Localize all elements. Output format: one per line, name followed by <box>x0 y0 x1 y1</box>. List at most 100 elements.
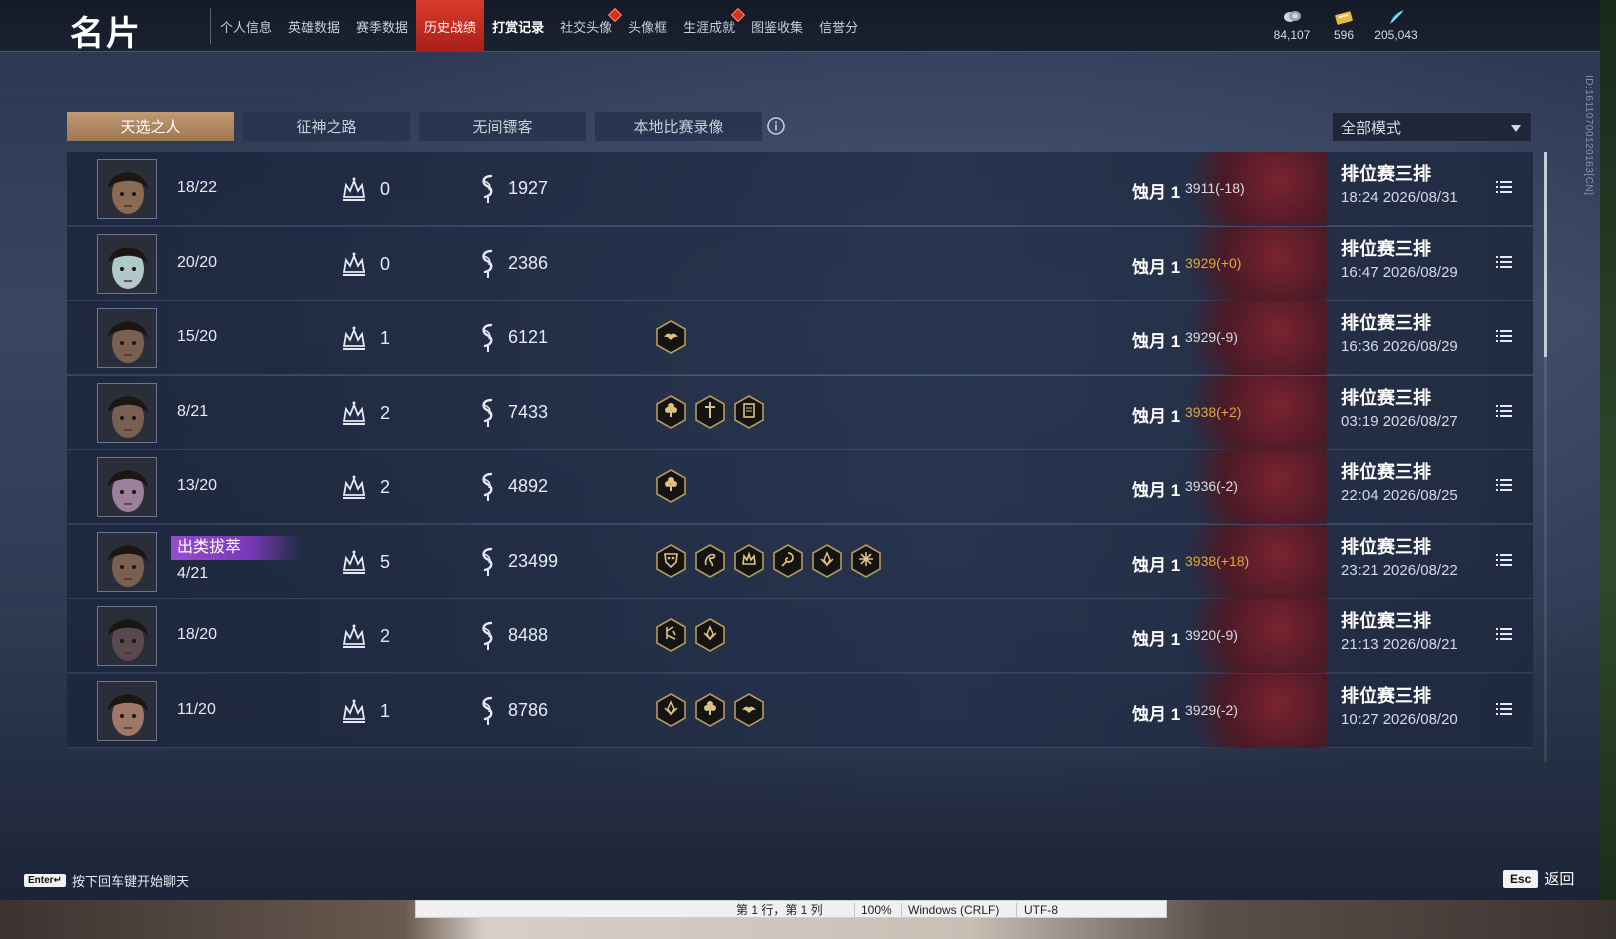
scrollbar[interactable] <box>1544 152 1547 762</box>
encoding: UTF-8 <box>1024 903 1058 917</box>
details-list-icon[interactable] <box>1495 253 1513 271</box>
match-mode: 排位赛三排 <box>1341 611 1431 631</box>
match-time: 23:21 2026/08/22 <box>1341 561 1458 579</box>
status-divider <box>1016 903 1017 917</box>
nav-tab[interactable]: 图鉴收集 <box>743 0 811 52</box>
match-row[interactable]: 11/20 1 8786 蚀月 1 3929(-2) 排位赛三排 10:27 2026/08… <box>67 673 1533 748</box>
nav-tab[interactable]: 个人信息 <box>212 0 280 52</box>
wings-badge-icon[interactable] <box>733 692 765 728</box>
nav-tab[interactable]: 信誉分 <box>811 0 866 52</box>
match-row[interactable]: 20/20 0 2386 蚀月 1 3929(+0) 排位赛三排 16:47 2026/08… <box>67 226 1533 301</box>
achievement-badges <box>655 394 765 430</box>
hero-avatar[interactable] <box>97 382 157 443</box>
hero-avatar[interactable] <box>97 457 157 517</box>
details-list-icon[interactable] <box>1495 327 1513 345</box>
match-row[interactable]: 13/20 2 4892 蚀月 1 3936(-2) 排位赛三排 22:04 2026/08… <box>67 450 1533 524</box>
mode-tab[interactable]: 本地比赛录像 <box>595 112 762 141</box>
match-row[interactable]: 18/22 0 1927 蚀月 1 3911(-18) 排位赛三排 18:24 2026/0… <box>67 152 1533 226</box>
rank-tier: 蚀月 1 <box>1132 183 1181 202</box>
damage-value: 8488 <box>508 625 549 645</box>
swirl-badge-icon[interactable] <box>772 543 804 579</box>
dragon-badge-icon[interactable] <box>694 543 726 579</box>
mode-tab[interactable]: 无间镖客 <box>419 112 586 141</box>
currency-item[interactable]: 205,043 <box>1361 8 1431 42</box>
mode-filter-select[interactable]: 全部模式 <box>1332 112 1532 142</box>
hero-avatar[interactable] <box>97 159 157 219</box>
mask-badge-icon[interactable] <box>655 543 687 579</box>
honor-tag: 出类拔萃 <box>171 535 301 560</box>
star-badge-icon[interactable] <box>850 543 882 579</box>
damage-icon <box>475 173 501 205</box>
hero-avatar[interactable] <box>97 233 157 294</box>
match-history-list[interactable]: 18/22 0 1927 蚀月 1 3911(-18) 排位赛三排 18:24 2026/0… <box>67 152 1533 762</box>
clover-badge-icon[interactable] <box>655 394 687 430</box>
clover-badge-icon[interactable] <box>694 692 726 728</box>
match-mode: 排位赛三排 <box>1341 462 1431 482</box>
nav-tab[interactable]: 赛季数据 <box>348 0 416 52</box>
lotus-badge-icon[interactable] <box>655 692 687 728</box>
kills-value: 2 <box>380 477 391 497</box>
nav-tab[interactable]: 历史战绩 <box>416 0 485 52</box>
nav-tab[interactable]: 社交头像 <box>552 0 623 52</box>
notepad-status-bar: 第 1 行，第 1 列 100% Windows (CRLF) UTF-8 <box>415 900 1167 918</box>
clover-badge-icon[interactable] <box>655 468 687 504</box>
nav-tab[interactable]: 头像框 <box>620 0 675 52</box>
kills-value: 1 <box>380 700 391 721</box>
rune-badge-icon[interactable] <box>655 617 687 653</box>
details-list-icon[interactable] <box>1495 700 1513 718</box>
details-list-icon[interactable] <box>1495 402 1513 420</box>
mode-tab[interactable]: 天选之人 <box>67 112 234 141</box>
match-time: 21:13 2026/08/21 <box>1341 636 1458 653</box>
rank-score: 3929(+0) <box>1185 254 1242 271</box>
match-row[interactable]: 15/20 1 6121 蚀月 1 3929(-9) 排位赛三排 16:36 2026/08… <box>67 301 1533 375</box>
rank-score: 3936(-2) <box>1185 478 1238 494</box>
match-mode: 排位赛三排 <box>1341 313 1431 333</box>
currency-value: 205,043 <box>1374 28 1418 42</box>
sword-badge-icon[interactable] <box>694 394 726 430</box>
mode-tab[interactable]: 征神之路 <box>243 112 410 141</box>
hero-avatar[interactable] <box>97 308 157 368</box>
nav-tab[interactable]: 生涯成就 <box>675 0 746 52</box>
nav-tab[interactable]: 打赏记录 <box>484 0 552 52</box>
lotus-badge-icon[interactable] <box>811 543 843 579</box>
hero-avatar[interactable] <box>97 680 157 741</box>
lotus-badge-icon[interactable] <box>694 617 726 653</box>
crown-badge-icon[interactable] <box>733 543 765 579</box>
back-button[interactable]: Esc 返回 <box>1503 868 1574 889</box>
enter-key-icon: Enter↵ <box>24 874 66 887</box>
nav-tab-label: 赛季数据 <box>356 19 409 35</box>
hero-avatar[interactable] <box>97 531 157 592</box>
details-list-icon[interactable] <box>1495 476 1513 494</box>
details-list-icon[interactable] <box>1495 551 1513 569</box>
hero-avatar[interactable] <box>97 606 157 666</box>
placement-count: 13/20 <box>177 477 218 494</box>
damage-value: 23499 <box>508 550 559 571</box>
achievement-badges <box>655 692 765 728</box>
rank-tier: 蚀月 1 <box>1132 257 1181 277</box>
placement-count: 11/20 <box>177 700 216 718</box>
match-row[interactable]: 出类拔萃 4/21 5 23499 蚀月 1 3938(+18) 排位赛三排 23:21 20… <box>67 524 1533 599</box>
details-list-icon[interactable] <box>1495 178 1513 196</box>
damage-icon <box>475 546 501 578</box>
scrollbar-thumb[interactable] <box>1544 152 1547 357</box>
scroll-badge-icon[interactable] <box>733 394 765 430</box>
match-mode: 排位赛三排 <box>1341 387 1431 408</box>
damage-icon <box>475 695 501 727</box>
line-ending: Windows (CRLF) <box>908 903 1000 917</box>
achievement-badges <box>655 319 687 355</box>
rank-tier: 蚀月 1 <box>1132 406 1181 426</box>
nav-tab-label: 历史战绩 <box>424 19 477 35</box>
match-row[interactable]: 18/20 2 8488 蚀月 1 3920(-9) 排位赛三排 21:13 2026/08… <box>67 599 1533 673</box>
damage-value: 7433 <box>508 401 549 422</box>
match-row[interactable]: 8/21 2 7433 蚀月 1 3938(+2) 排位赛三排 03:19 2026/08/… <box>67 375 1533 450</box>
info-icon[interactable] <box>766 116 786 136</box>
crown-icon <box>340 250 368 278</box>
status-divider <box>854 903 855 917</box>
details-list-icon[interactable] <box>1495 625 1513 643</box>
cursor-position: 第 1 行，第 1 列 <box>736 903 823 917</box>
crown-icon <box>340 399 368 427</box>
nav-tabs: 个人信息 英雄数据 赛季数据 历史战绩 打赏记录 社交头像 头像框 生涯成就 图鉴收集 信誉分 <box>212 0 866 52</box>
nav-tab[interactable]: 英雄数据 <box>280 0 348 52</box>
background-edge <box>1600 0 1616 939</box>
wings-badge-icon[interactable] <box>655 319 687 355</box>
